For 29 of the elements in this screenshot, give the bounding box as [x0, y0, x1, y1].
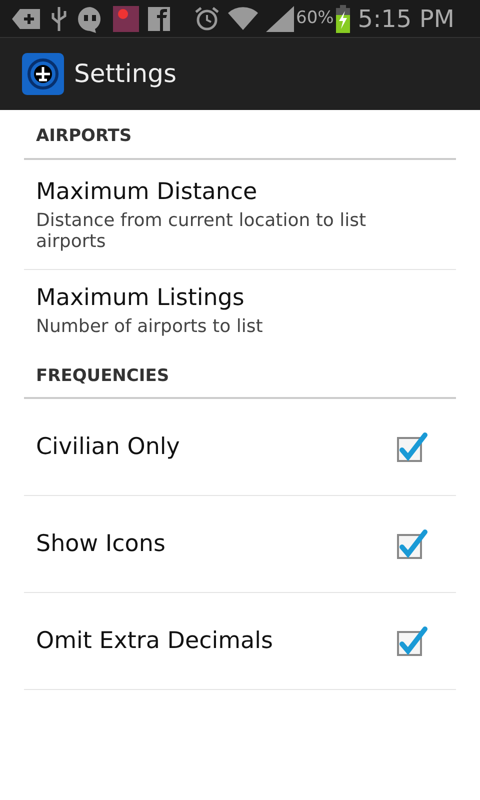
preference-item[interactable]: Maximum Listings Number of airports to list: [24, 270, 456, 350]
section-header: AIRPORTS: [24, 110, 456, 160]
signal-icon: [266, 6, 294, 32]
app-icon: [112, 4, 140, 32]
wifi-icon: [228, 6, 258, 32]
preference-item[interactable]: Civilian Only: [24, 399, 456, 496]
clock-time: 5:15 PM: [358, 4, 454, 34]
screen-title: Settings: [74, 58, 177, 90]
app-logo-icon[interactable]: [22, 53, 64, 95]
battery-charging-icon: [336, 4, 350, 32]
checkbox[interactable]: [396, 625, 428, 657]
preference-summary: Distance from current location to list airports: [36, 210, 368, 253]
notification-icon: [12, 6, 42, 30]
preference-title: Civilian Only: [36, 432, 180, 462]
preference-title: Maximum Distance: [36, 178, 258, 208]
preference-summary: Number of airports to list: [36, 316, 264, 338]
facebook-icon: [148, 6, 170, 30]
alarm-icon: [194, 6, 220, 32]
section-header: FREQUENCIES: [24, 350, 456, 399]
checkbox[interactable]: [396, 431, 428, 463]
preference-title: Omit Extra Decimals: [36, 626, 274, 656]
preference-item[interactable]: Show Icons: [24, 496, 456, 593]
preference-item[interactable]: Maximum Distance Distance from current location to list airports: [24, 160, 456, 270]
usb-icon: [50, 4, 68, 32]
preference-title: Maximum Listings: [36, 284, 246, 314]
battery-percent: 60%: [296, 6, 334, 30]
preference-title: Show Icons: [36, 530, 166, 559]
preference-item[interactable]: Omit Extra Decimals: [24, 593, 456, 690]
checkbox[interactable]: [396, 528, 428, 560]
